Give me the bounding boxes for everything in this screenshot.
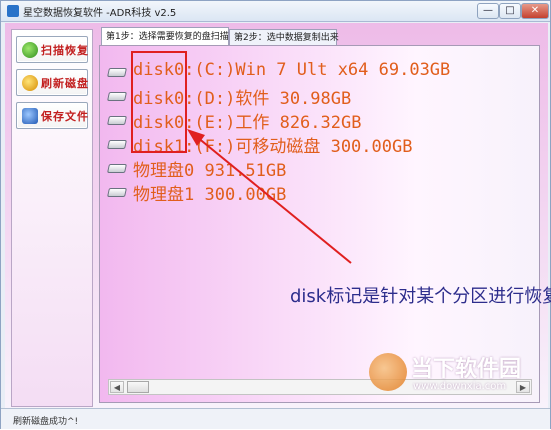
save-file-button[interactable]: 保存文件 — [16, 102, 88, 129]
disk-row-label: 物理盘0 931.51GB — [133, 161, 287, 181]
window-title: 星空数据恢复软件 -ADR科技 v2.5 — [23, 8, 177, 19]
watermark-text: 当下软件园 — [411, 357, 522, 382]
status-text: 刷新磁盘成功^! — [13, 417, 79, 427]
app-window: 星空数据恢复软件 -ADR科技 v2.5 — □ ✕ 扫描恢复 刷新磁盘 保存文… — [0, 0, 551, 429]
refresh-disk-button[interactable]: 刷新磁盘 — [16, 69, 88, 96]
disk-list-panel: disk0:(C:)Win 7 Ult x64 69.03GB disk0:(D… — [99, 45, 551, 403]
tab-step-1[interactable]: 第1步：选择需要恢复的盘扫描 — [101, 27, 229, 45]
disk-row-label: 物理盘1 300.00GB — [133, 185, 287, 205]
drive-icon — [107, 188, 127, 197]
drive-icon — [107, 92, 127, 101]
drive-icon — [107, 68, 127, 77]
minimize-button[interactable]: — — [477, 3, 499, 19]
refresh-icon — [22, 75, 38, 91]
close-button[interactable]: ✕ — [521, 3, 549, 19]
scan-recover-label: 扫描恢复 — [41, 44, 89, 57]
scroll-left-icon[interactable]: ◀ — [110, 381, 124, 393]
disk-row-label: disk0:(D:)软件 30.98GB — [133, 89, 352, 109]
title-bar: 星空数据恢复软件 -ADR科技 v2.5 — □ ✕ — [1, 1, 550, 22]
scan-recover-button[interactable]: 扫描恢复 — [16, 36, 88, 63]
sidebar: 扫描恢复 刷新磁盘 保存文件 — [11, 29, 93, 407]
watermark-logo-icon — [369, 353, 407, 391]
scrollbar-thumb[interactable] — [127, 381, 149, 393]
drive-icon — [107, 116, 127, 125]
watermark-url: www.downxia.com — [413, 381, 507, 392]
maximize-button[interactable]: □ — [499, 3, 521, 19]
scan-icon — [22, 42, 38, 58]
annotation-text: disk标记是针对某个分区进行恢复 — [290, 286, 551, 307]
app-icon — [7, 5, 19, 17]
disk-row-label: disk1:(F:)可移动磁盘 300.00GB — [133, 137, 413, 157]
save-icon — [22, 108, 38, 124]
watermark: 当下软件园 www.downxia.com — [369, 351, 539, 399]
disk-row-label: disk0:(E:)工作 826.32GB — [133, 113, 362, 133]
status-bar: 刷新磁盘成功^! — [1, 408, 550, 429]
tab-step-2[interactable]: 第2步：选中数据复制出来 — [229, 29, 339, 45]
disk-row-label: disk0:(C:)Win 7 Ult x64 69.03GB — [133, 60, 451, 80]
drive-icon — [107, 164, 127, 173]
refresh-disk-label: 刷新磁盘 — [41, 77, 89, 90]
drive-icon — [107, 140, 127, 149]
save-file-label: 保存文件 — [41, 110, 89, 123]
